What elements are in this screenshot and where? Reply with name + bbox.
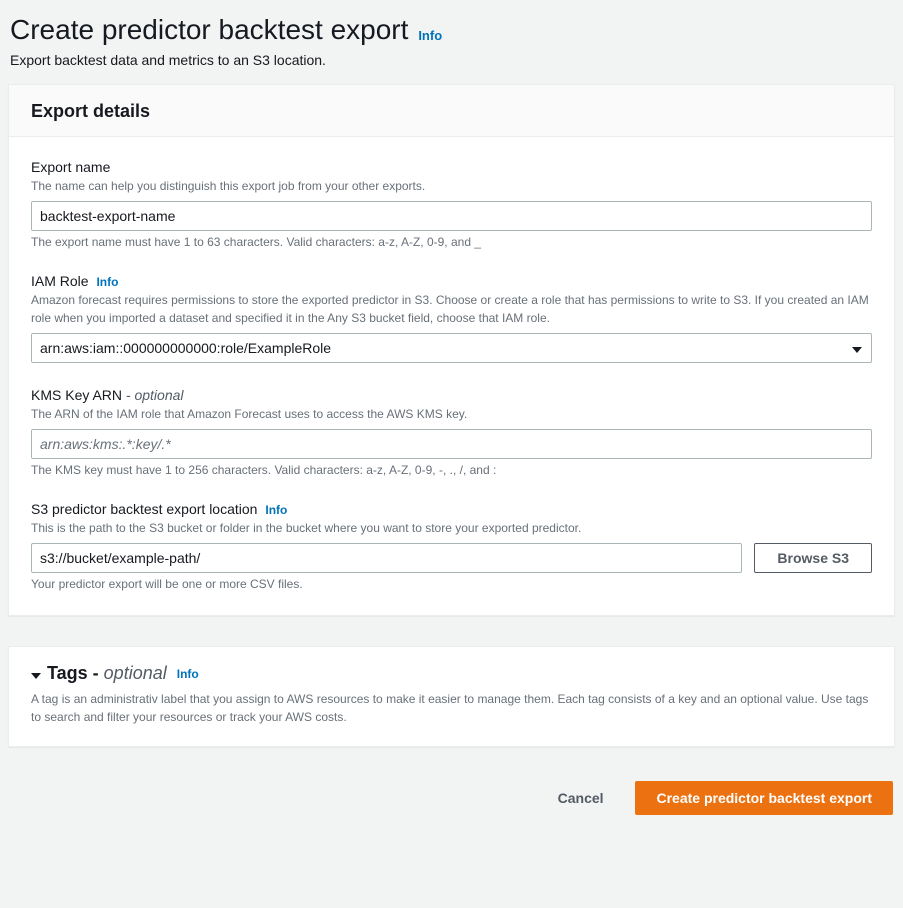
kms-key-input[interactable] <box>31 429 872 459</box>
tags-title: Tags - optional <box>47 663 167 684</box>
s3-location-info-link[interactable]: Info <box>265 503 287 517</box>
tags-info-link[interactable]: Info <box>177 667 199 681</box>
export-name-constraint: The export name must have 1 to 63 charac… <box>31 235 872 249</box>
page-subtitle: Export backtest data and metrics to an S… <box>10 52 895 68</box>
iam-role-select-value: arn:aws:iam::000000000000:role/ExampleRo… <box>31 333 872 363</box>
page-title: Create predictor backtest export <box>10 14 408 45</box>
iam-role-label: IAM Role Info <box>31 273 872 289</box>
iam-role-desc: Amazon forecast requires permissions to … <box>31 291 872 327</box>
s3-location-constraint: Your predictor export will be one or mor… <box>31 577 872 591</box>
export-details-panel: Export details Export name The name can … <box>8 84 895 616</box>
tags-header: Tags - optional Info <box>31 663 872 684</box>
iam-role-label-text: IAM Role <box>31 273 89 289</box>
tags-title-text: Tags - <box>47 663 104 683</box>
tags-optional: optional <box>104 663 167 683</box>
iam-role-group: IAM Role Info Amazon forecast requires p… <box>31 273 872 363</box>
tags-panel: Tags - optional Info A tag is an adminis… <box>8 646 895 747</box>
kms-key-label: KMS Key ARN - optional <box>31 387 872 403</box>
s3-location-label-text: S3 predictor backtest export location <box>31 501 257 517</box>
kms-key-constraint: The KMS key must have 1 to 256 character… <box>31 463 872 477</box>
page-title-info-link[interactable]: Info <box>418 28 442 43</box>
kms-key-optional: - optional <box>126 387 184 403</box>
s3-location-label: S3 predictor backtest export location In… <box>31 501 872 517</box>
iam-role-select[interactable]: arn:aws:iam::000000000000:role/ExampleRo… <box>31 333 872 363</box>
export-name-input[interactable] <box>31 201 872 231</box>
s3-location-input[interactable] <box>31 543 742 573</box>
export-details-header: Export details <box>9 85 894 137</box>
export-name-desc: The name can help you distinguish this e… <box>31 177 872 195</box>
caret-down-icon[interactable] <box>31 666 41 682</box>
export-name-label: Export name <box>31 159 872 175</box>
export-details-body: Export name The name can help you distin… <box>9 137 894 615</box>
tags-desc: A tag is an administrativ label that you… <box>31 690 872 726</box>
browse-s3-button[interactable]: Browse S3 <box>754 543 872 573</box>
create-button[interactable]: Create predictor backtest export <box>635 781 893 815</box>
page-header: Create predictor backtest export Info Ex… <box>8 10 895 84</box>
kms-key-group: KMS Key ARN - optional The ARN of the IA… <box>31 387 872 477</box>
kms-key-label-text: KMS Key ARN <box>31 387 122 403</box>
export-name-group: Export name The name can help you distin… <box>31 159 872 249</box>
action-bar: Cancel Create predictor backtest export <box>8 777 895 815</box>
cancel-button[interactable]: Cancel <box>538 782 624 814</box>
kms-key-desc: The ARN of the IAM role that Amazon Fore… <box>31 405 872 423</box>
s3-location-desc: This is the path to the S3 bucket or fol… <box>31 519 872 537</box>
s3-location-group: S3 predictor backtest export location In… <box>31 501 872 591</box>
iam-role-info-link[interactable]: Info <box>96 275 118 289</box>
